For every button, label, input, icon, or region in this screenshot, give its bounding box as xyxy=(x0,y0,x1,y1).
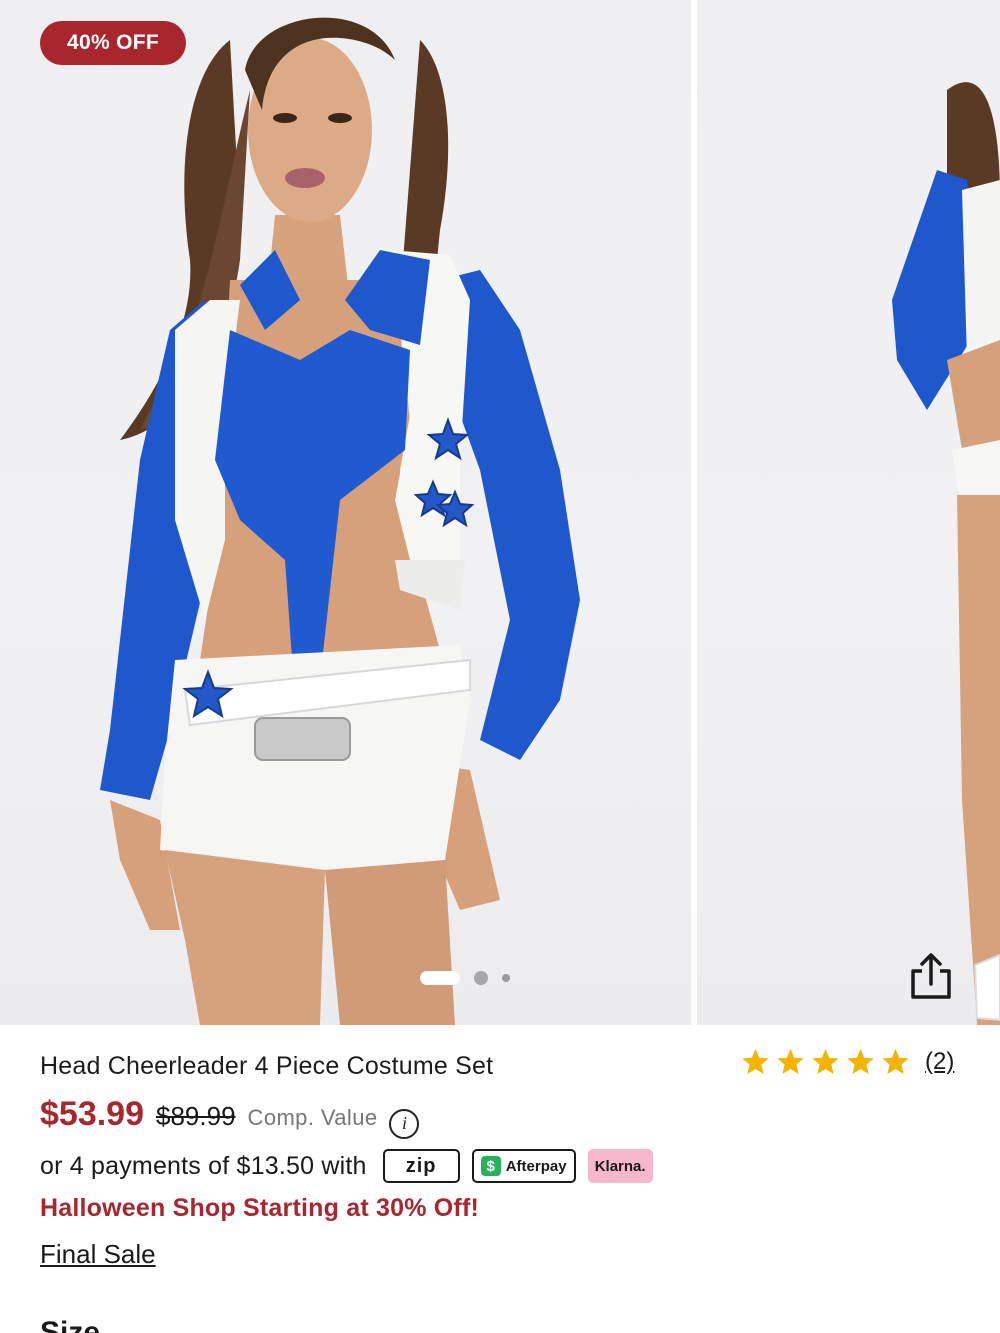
product-image-carousel[interactable]: 40% OFF xyxy=(0,0,1000,1025)
installments-text: or 4 payments of $13.50 with xyxy=(40,1151,367,1180)
size-heading: Size xyxy=(40,1316,101,1333)
comp-value-label: Comp. Value xyxy=(247,1105,378,1130)
klarna-label: Klarna. xyxy=(594,1157,646,1175)
info-icon[interactable]: i xyxy=(389,1108,420,1139)
product-info: Head Cheerleader 4 Piece Costume Set (2)… xyxy=(0,1025,1000,1333)
afterpay-badge[interactable]: $ Afterpay xyxy=(471,1149,576,1183)
final-sale-link[interactable]: Final Sale xyxy=(40,1239,156,1270)
discount-badge: 40% OFF xyxy=(40,21,186,65)
star-icon xyxy=(882,1048,909,1074)
klarna-badge[interactable]: Klarna. xyxy=(587,1149,653,1183)
afterpay-label: Afterpay xyxy=(505,1157,567,1175)
product-page: 40% OFF Head Cheerleader 4 Piece Costume… xyxy=(0,0,1000,1333)
installments-row: or 4 payments of $13.50 with zip $ After… xyxy=(40,1147,653,1185)
share-button[interactable] xyxy=(902,948,960,1006)
product-title: Head Cheerleader 4 Piece Costume Set xyxy=(40,1052,494,1080)
sale-price: $53.99 xyxy=(40,1095,144,1133)
zip-logo-text: zip xyxy=(405,1154,437,1177)
afterpay-dollar-icon: $ xyxy=(480,1156,501,1176)
carousel-dot[interactable] xyxy=(474,971,488,985)
carousel-dot[interactable] xyxy=(502,974,510,982)
carousel-pagination[interactable] xyxy=(420,966,560,990)
star-icon xyxy=(847,1048,874,1074)
rating-summary[interactable]: (2) xyxy=(740,1044,954,1080)
zip-pay-badge[interactable]: zip xyxy=(382,1149,460,1183)
review-count-link[interactable]: (2) xyxy=(925,1048,954,1076)
promo-message[interactable]: Halloween Shop Starting at 30% Off! xyxy=(40,1194,479,1223)
star-icon xyxy=(777,1048,804,1074)
star-icon xyxy=(812,1048,839,1074)
product-photo-front[interactable]: 40% OFF xyxy=(0,0,691,1025)
model-illustration xyxy=(100,17,580,1025)
share-icon xyxy=(911,953,951,999)
price-row: $53.99 $89.99 Comp. Value i xyxy=(40,1095,420,1139)
original-price: $89.99 xyxy=(156,1101,236,1131)
carousel-dot-active[interactable] xyxy=(420,971,460,985)
model-side-illustration xyxy=(892,82,1000,1025)
star-icon xyxy=(742,1048,769,1074)
product-photo-side[interactable] xyxy=(697,0,1000,1025)
